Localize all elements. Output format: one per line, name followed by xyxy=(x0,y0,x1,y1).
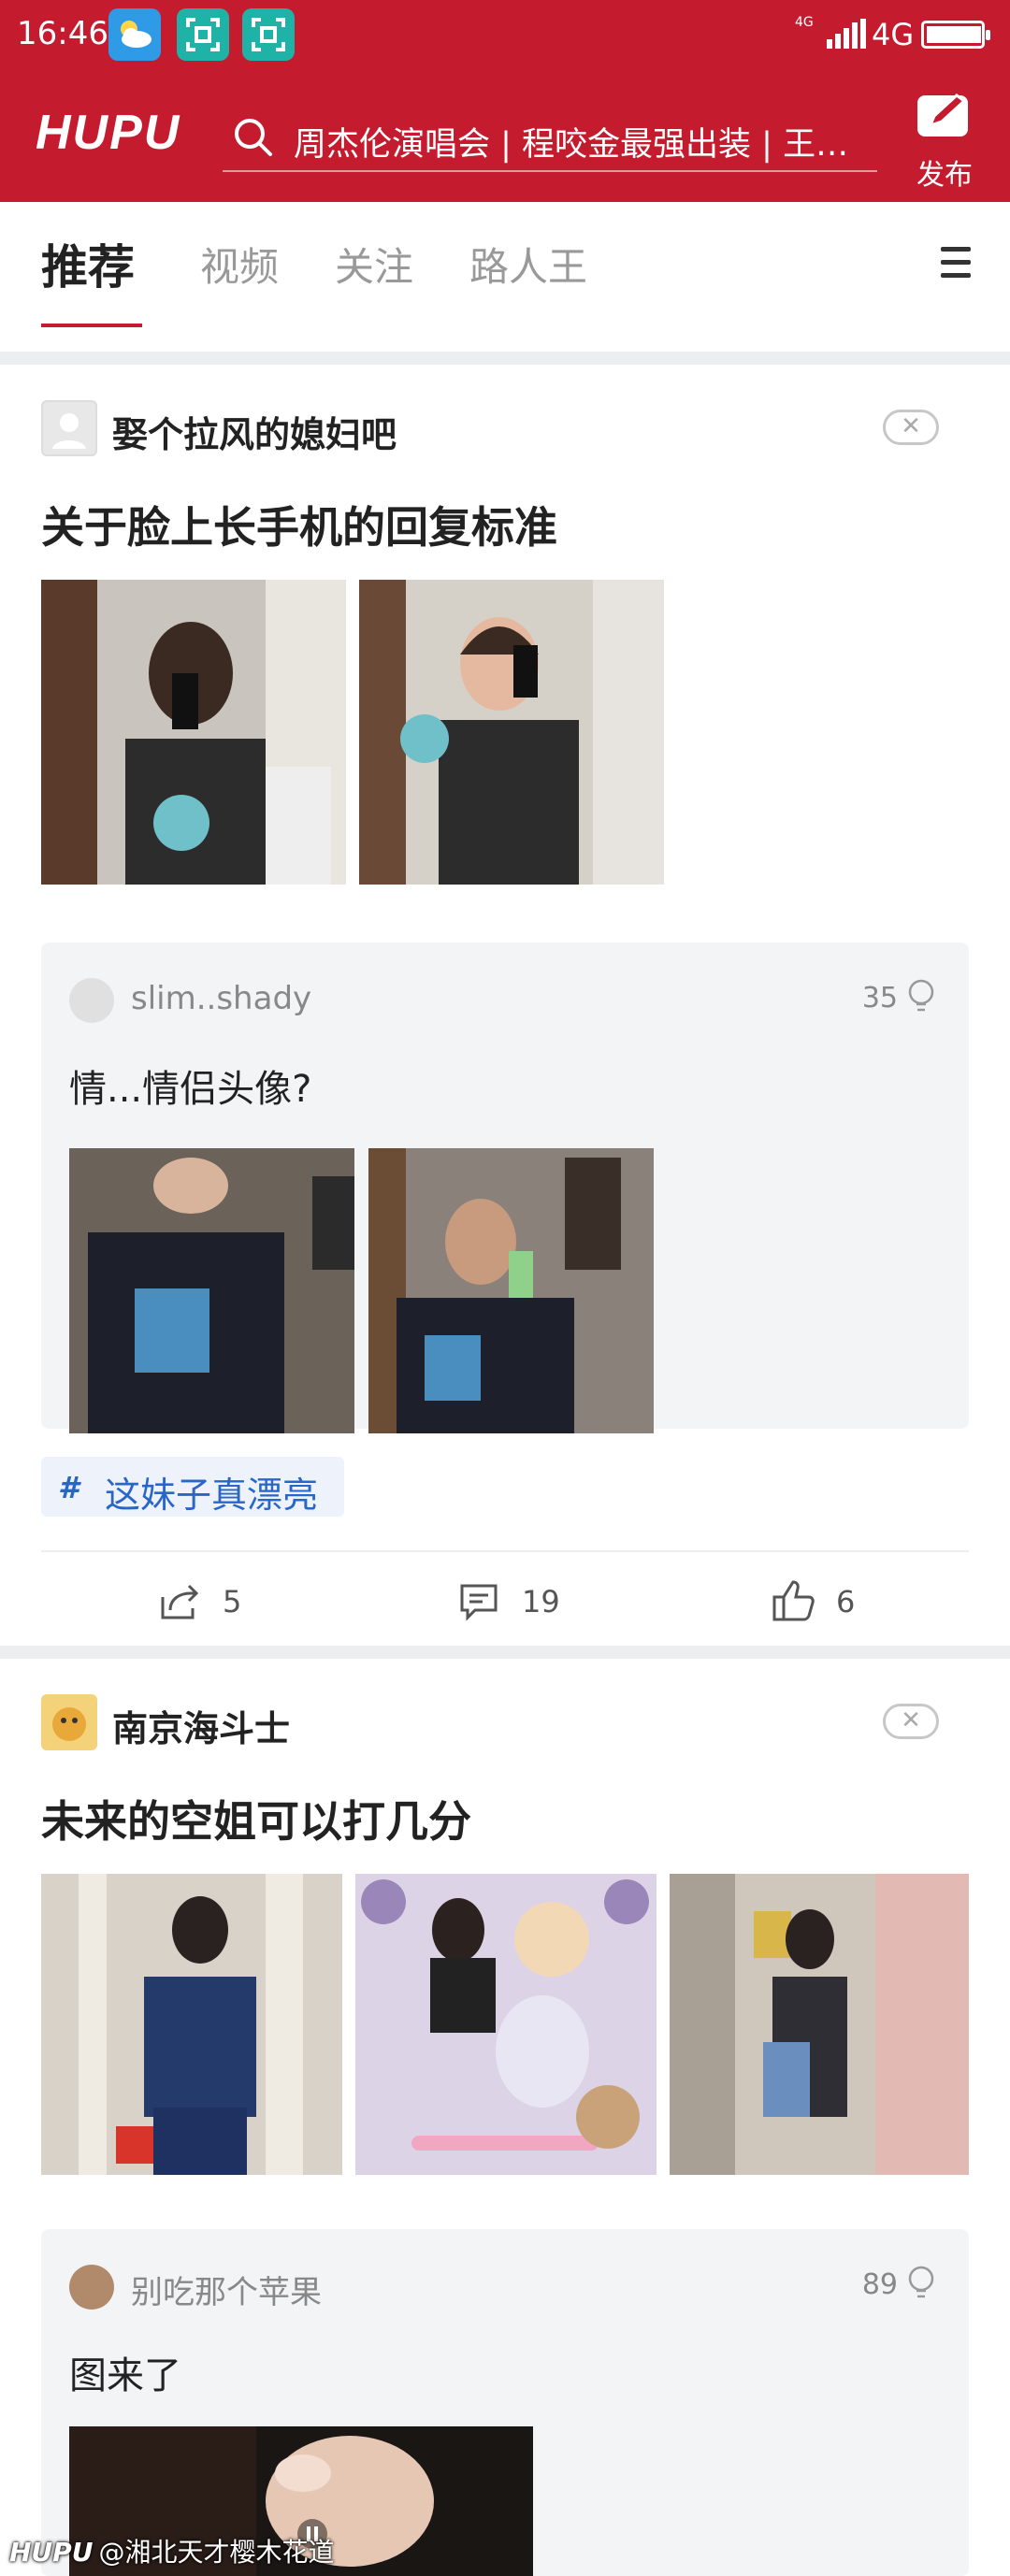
signal-icon xyxy=(827,19,866,49)
active-tab-indicator xyxy=(41,324,142,327)
reply-text: 图来了 xyxy=(69,2354,181,2397)
post-title[interactable]: 未来的空姐可以打几分 xyxy=(41,1788,471,1849)
avatar[interactable] xyxy=(41,400,97,456)
search-placeholder: 周杰伦演唱会 | 程咬金最强出装 | 王少... xyxy=(294,126,873,164)
close-icon[interactable]: ✕ xyxy=(883,410,939,445)
post-actions: 5 19 6 xyxy=(41,1550,969,1653)
comment-icon xyxy=(460,1584,498,1621)
topic-tag-label: 这妹子真漂亮 xyxy=(105,1475,319,1516)
tab-video[interactable]: 视频 xyxy=(200,236,279,293)
publish-button[interactable]: 发布 xyxy=(912,92,977,192)
weather-icon xyxy=(108,8,161,61)
network-small-label: 4G xyxy=(795,15,814,30)
section-divider xyxy=(0,352,1010,365)
share-icon xyxy=(161,1584,199,1619)
like-count: 6 xyxy=(836,1584,856,1619)
search-bar[interactable]: 周杰伦演唱会 | 程咬金最强出装 | 王少... xyxy=(223,105,877,172)
hot-reply[interactable]: 别吃那个苹果 89 图来了 xyxy=(41,2229,969,2576)
post-card[interactable]: 娶个拉风的媳妇吧 ✕ 关于脸上长手机的回复标准 slim..shady 35 情… xyxy=(0,365,1010,1644)
post-image[interactable] xyxy=(670,1874,969,2175)
scan-icon xyxy=(177,8,229,61)
tab-street-king[interactable]: 路人王 xyxy=(469,236,587,293)
reply-text: 情...情侣头像? xyxy=(69,1068,312,1111)
post-author[interactable]: 南京海斗士 xyxy=(112,1700,290,1751)
hashtag-icon: # xyxy=(58,1470,79,1505)
post-author[interactable]: 娶个拉风的媳妇吧 xyxy=(112,406,397,457)
reply-image[interactable] xyxy=(368,1148,654,1433)
avatar[interactable] xyxy=(41,1694,97,1750)
avatar[interactable] xyxy=(69,2265,114,2310)
thumbs-up-icon xyxy=(772,1580,815,1621)
network-label: 4G xyxy=(872,17,915,52)
status-bar: 16:46 4G 4G xyxy=(0,0,1010,70)
scan-icon xyxy=(242,8,295,61)
status-time: 16:46 xyxy=(17,15,108,52)
post-image[interactable] xyxy=(41,1874,342,2175)
share-button[interactable]: 5 xyxy=(157,1578,288,1625)
section-divider xyxy=(0,1646,1010,1659)
tab-follow[interactable]: 关注 xyxy=(335,236,413,293)
post-title[interactable]: 关于脸上长手机的回复标准 xyxy=(41,494,557,555)
lightbulb-icon[interactable] xyxy=(905,978,937,1015)
tab-bar: 推荐 视频 关注 路人王 xyxy=(0,202,1010,352)
hupu-logo[interactable]: HUPU xyxy=(36,105,180,161)
app-header: 16:46 4G 4G HUPU 周杰伦演唱会 | 程咬金最强出装 | 王少..… xyxy=(0,0,1010,202)
like-button[interactable]: 6 xyxy=(771,1578,902,1625)
edit-icon xyxy=(917,94,968,137)
reply-user[interactable]: slim..shady xyxy=(131,980,311,1017)
share-count: 5 xyxy=(223,1584,242,1619)
publish-label: 发布 xyxy=(916,159,973,192)
comment-count: 19 xyxy=(522,1584,560,1619)
reply-user[interactable]: 别吃那个苹果 xyxy=(131,2267,322,2312)
watermark-text: @湘北天才樱木花道 xyxy=(98,2537,335,2568)
tab-recommend[interactable]: 推荐 xyxy=(41,230,135,297)
hot-reply[interactable]: slim..shady 35 情...情侣头像? xyxy=(41,943,969,1433)
search-icon xyxy=(235,119,272,156)
post-image[interactable] xyxy=(355,1874,656,2175)
post-card[interactable]: 南京海斗士 ✕ 未来的空姐可以打几分 别吃那个苹果 89 图来了 xyxy=(0,1659,1010,2576)
topic-tag[interactable]: # 这妹子真漂亮 xyxy=(41,1457,344,1517)
battery-icon xyxy=(921,21,990,49)
post-image[interactable] xyxy=(359,580,664,885)
avatar[interactable] xyxy=(69,978,114,1023)
comment-button[interactable]: 19 xyxy=(456,1578,587,1625)
post-image[interactable] xyxy=(41,580,346,885)
watermark: HUPU @湘北天才樱木花道 xyxy=(9,2532,334,2569)
reply-image[interactable] xyxy=(69,1148,354,1433)
reply-like-count: 35 xyxy=(861,982,898,1015)
close-icon[interactable]: ✕ xyxy=(883,1704,939,1739)
watermark-logo: HUPU xyxy=(9,2537,94,2568)
menu-icon[interactable] xyxy=(941,247,971,286)
reply-like-count: 89 xyxy=(861,2268,898,2301)
lightbulb-icon[interactable] xyxy=(905,2265,937,2302)
